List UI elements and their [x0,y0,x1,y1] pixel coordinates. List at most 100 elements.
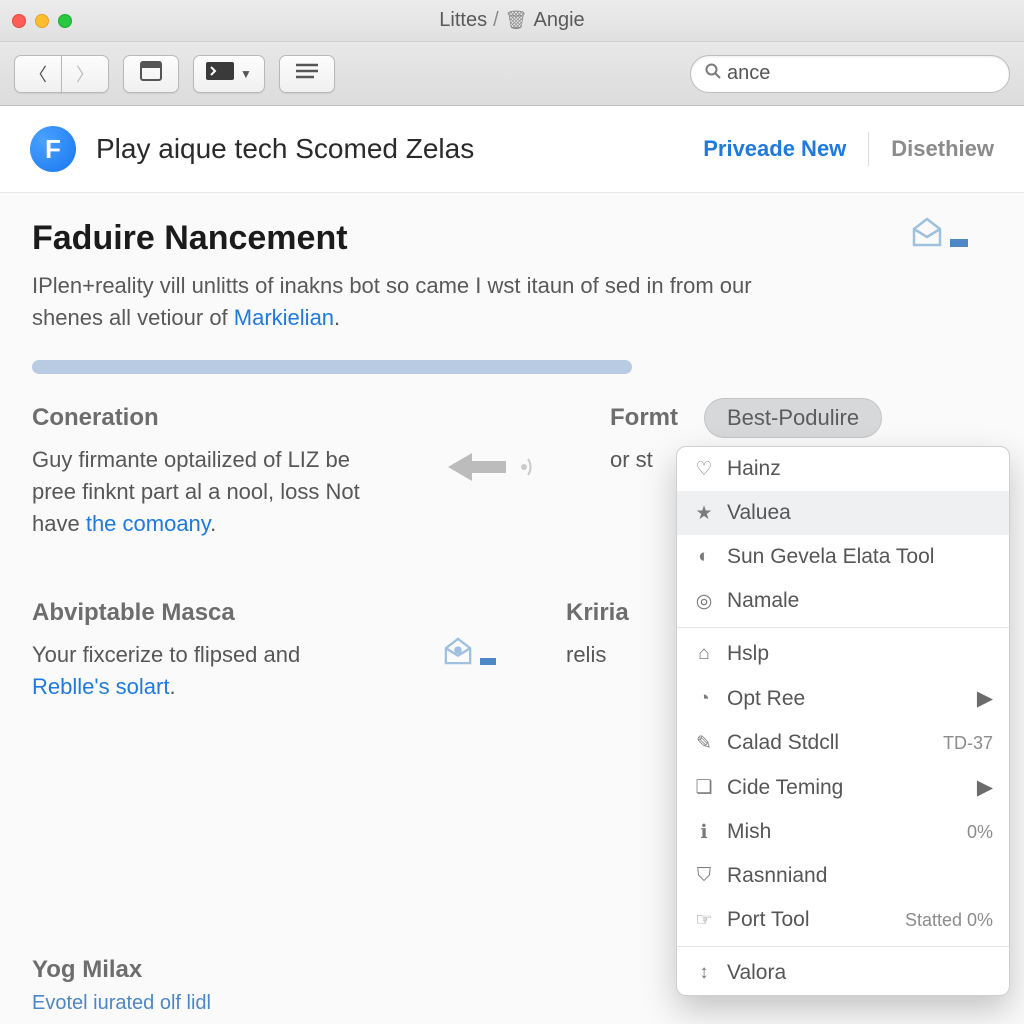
tabs-icon [140,61,162,86]
col1-title: Coneration [32,404,372,432]
menu-label: Valora [727,961,786,985]
target-icon: ◎ [693,590,715,613]
menu-trail: Statted 0% [905,910,993,931]
logo-letter: F [45,134,61,165]
toolbar: 〈 〉 ▼ ance [0,42,1024,106]
home-icon: ⌂ [693,643,715,665]
menu-label: Cide Teming [727,776,843,800]
link-priveade-new[interactable]: Priveade New [703,136,846,162]
close-window-button[interactable] [12,14,26,28]
dropdown-menu: ♡Hainz ★ Valuea ◐Sun Gevela Elata Tool ◎ N… [676,446,1010,996]
arrow-left-icon [446,449,536,495]
col-abviptable: Abviptable Masca Your fixcerize to flips… [32,599,372,703]
menu-label: Hainz [727,457,781,481]
menu-trail: TD-37 [943,733,993,754]
menu-item-valuea[interactable]: ★ Valuea [677,491,1009,535]
article-lede: IPlen+reality vill unlitts of inakns bot… [32,270,792,334]
menu-section-3: ↕ Valora [677,951,1009,995]
chevron-down-icon: ▼ [240,67,252,81]
lede-text-b: . [334,305,340,330]
title-trash-icon: 🗑 [505,10,528,31]
app-logo: F [30,126,76,172]
col1-link[interactable]: the comoany [86,511,210,536]
menu-separator [677,946,1009,947]
search-field[interactable]: ance [690,55,1010,93]
lede-text-a: IPlen+reality vill unlitts of inakns bot… [32,273,752,330]
page-title: Play aique tech Scomed Zelas [96,133,683,165]
minimize-window-button[interactable] [35,14,49,28]
chevron-left-icon: 〈 [29,61,47,87]
menu-item-calad-stdcll[interactable]: ✎Calad StdcllTD-37 [677,721,1009,765]
tabs-button[interactable] [123,55,179,93]
menu-section-1: ♡Hainz ★ Valuea ◐Sun Gevela Elata Tool ◎ N… [677,447,1009,623]
link-disethiew[interactable]: Disethiew [891,136,994,162]
col4-title: Kriria [566,599,686,627]
chevron-right-icon: ▶ [977,775,993,800]
bottom-line: Evotel iurated olf lidl [32,992,211,1015]
search-icon [705,63,721,84]
menu-item-cide-teming[interactable]: ❏ Cide Teming ▶ [677,765,1009,810]
col3-link[interactable]: Reblle's solart [32,674,169,699]
header-divider [868,132,869,166]
menu-section-2: ⌂Hslp ◔ Opt Ree ▶ ✎Calad StdcllTD-37 ❏ Cide… [677,632,1009,942]
bottom-title: Yog Milax [32,956,211,984]
window-titlebar: Littes / 🗑 Angie [0,0,1024,42]
terminal-icon [206,62,234,85]
article-heading: Faduire Nancement [32,219,992,258]
menu-label: Mish [727,820,771,844]
progress-bar [32,360,632,374]
menu-item-rasnniand[interactable]: ⛉ Rasnniand [677,854,1009,898]
window-title: Littes / 🗑 Angie [72,9,952,32]
shield-check-icon: ⛉ [693,865,715,887]
menu-item-port-tool[interactable]: ☞ Port Tool Statted 0% [677,898,1009,942]
title-separator: / [493,9,499,32]
menu-item-sun-gevela[interactable]: ◐Sun Gevela Elata Tool [677,535,1009,579]
pencil-icon: ✎ [693,732,715,755]
bottom-teaser: Yog Milax Evotel iurated olf lidl [32,956,211,1015]
header-links: Priveade New Disethiew [703,132,994,166]
window-controls [12,14,72,28]
menu-trail: 0% [967,822,993,843]
title-right: Angie [534,9,585,32]
lede-link[interactable]: Markielian [234,305,334,330]
menu-label: Rasnniand [727,864,827,888]
console-button[interactable]: ▼ [193,55,265,93]
hamburger-icon [296,63,318,84]
menu-item-hainz[interactable]: ♡Hainz [677,447,1009,491]
info-icon: ℹ [693,821,715,844]
col3-text-a: Your fixcerize to flipsed and [32,642,300,667]
star-icon: ★ [693,502,715,525]
menu-item-hslp[interactable]: ⌂Hslp [677,632,1009,676]
col3-body: Your fixcerize to flipsed and Reblle's s… [32,639,372,703]
forward-button[interactable]: 〉 [61,55,109,93]
stack-icon: ❏ [693,776,715,799]
hamburger-button[interactable] [279,55,335,93]
dropdown-anchor: Best-Podulire ♡Hainz ★ Valuea ◐Sun Gevela… [676,398,1010,996]
chevron-right-icon: 〉 [76,61,94,87]
menu-item-mish[interactable]: ℹ Mish 0% [677,810,1009,854]
compass-icon: ◔ [693,688,715,710]
outbox-icon [910,217,968,247]
col3-title: Abviptable Masca [32,599,372,627]
hand-icon: ☞ [693,909,715,932]
back-button[interactable]: 〈 [14,55,62,93]
zoom-window-button[interactable] [58,14,72,28]
menu-label: Valuea [727,501,791,525]
menu-item-opt-ree[interactable]: ◔ Opt Ree ▶ [677,676,1009,721]
col3-text-b: . [169,674,175,699]
page-header: F Play aique tech Scomed Zelas Priveade … [0,106,1024,193]
col4-body: relis [566,639,686,671]
menu-label: Namale [727,589,799,613]
col-coneration: Coneration Guy firmante optailized of LI… [32,404,372,540]
updown-icon: ↕ [693,962,715,984]
menu-label: Sun Gevela Elata Tool [727,545,934,569]
menu-item-namale[interactable]: ◎ Namale [677,579,1009,623]
menu-item-valora[interactable]: ↕ Valora [677,951,1009,995]
dropdown-trigger[interactable]: Best-Podulire [704,398,882,438]
menu-label: Opt Ree [727,687,805,711]
title-left: Littes [439,9,487,32]
chevron-right-icon: ▶ [977,686,993,711]
col1-body: Guy firmante optailized of LIZ be pree f… [32,444,372,540]
menu-label: Port Tool [727,908,810,932]
search-value: ance [727,62,770,85]
